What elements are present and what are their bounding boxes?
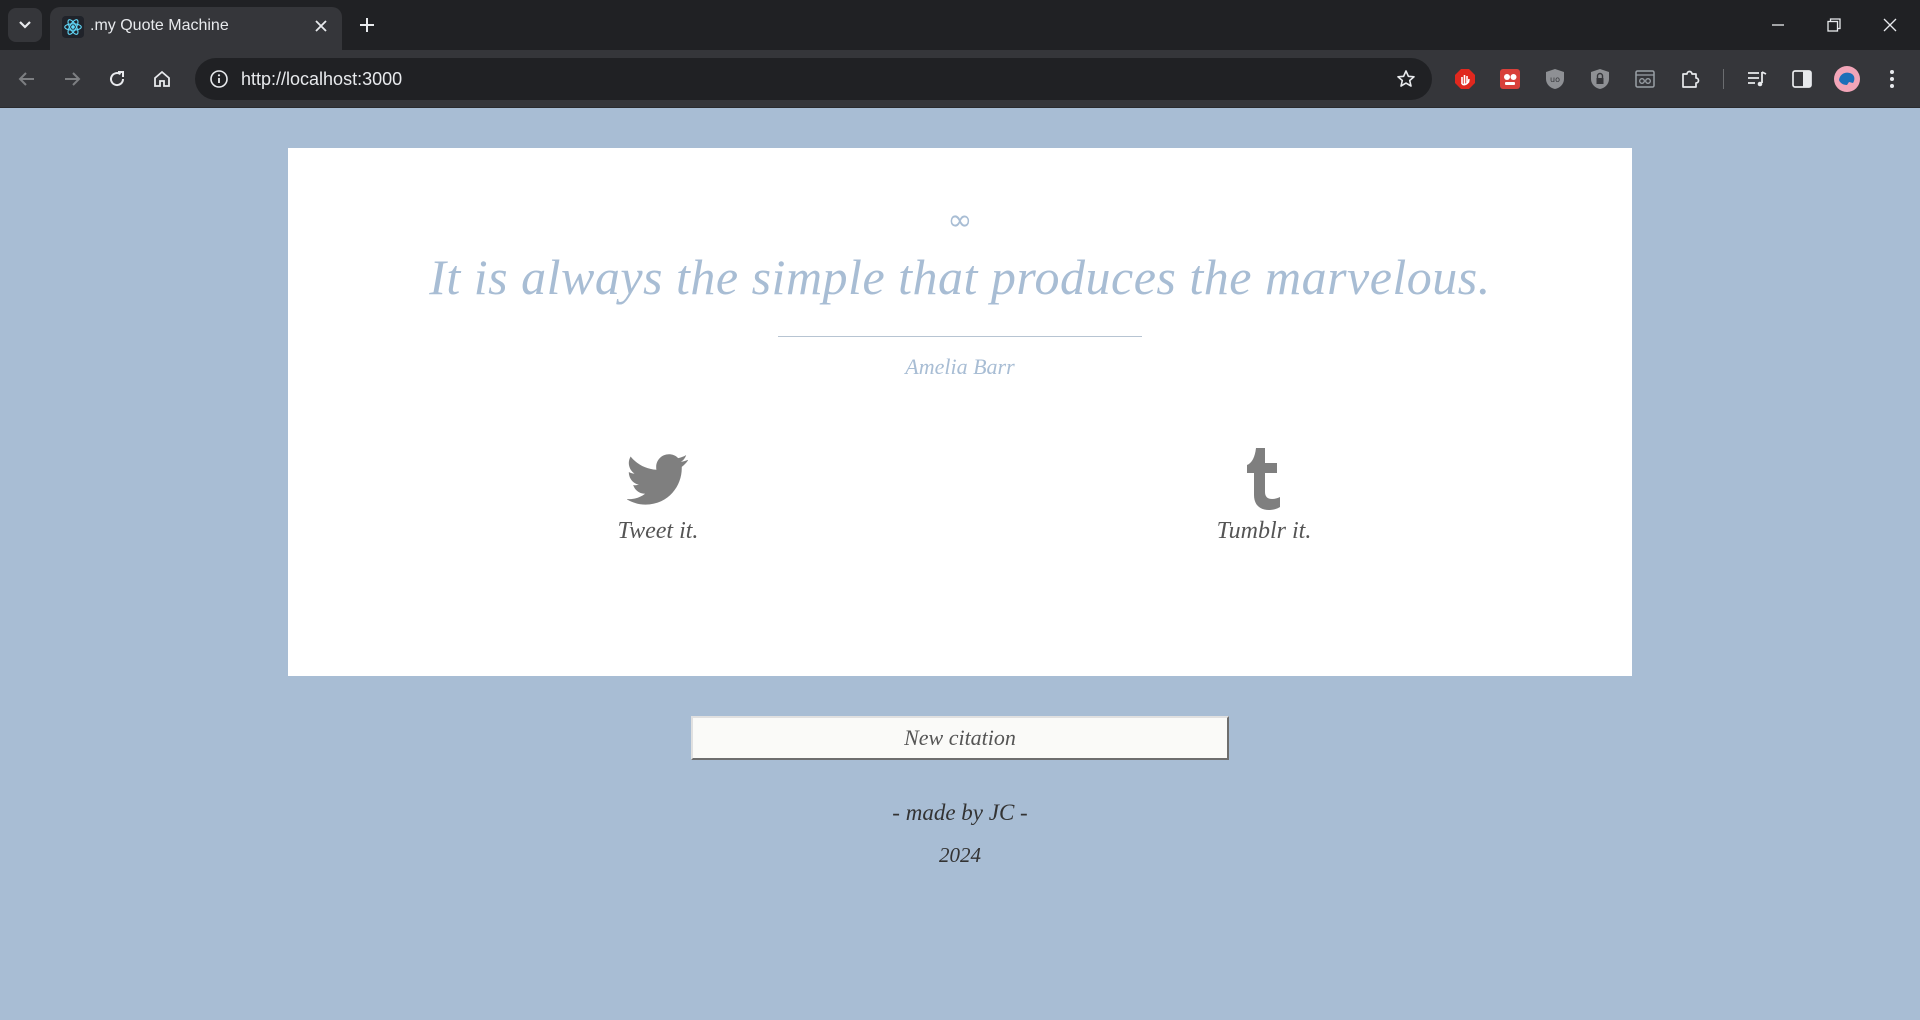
arrow-left-icon	[18, 72, 34, 86]
minimize-icon	[1772, 24, 1784, 26]
arrow-right-icon	[65, 72, 81, 86]
shield-lock-icon	[1591, 69, 1609, 89]
extensions-menu[interactable]	[1674, 63, 1706, 95]
profile-avatar-icon	[1834, 66, 1860, 92]
browser-tab-bar: .my Quote Machine	[0, 0, 1920, 50]
address-bar[interactable]: http://localhost:3000	[195, 58, 1432, 100]
tumblr-button[interactable]: Tumblr it.	[1194, 448, 1334, 545]
profile-button[interactable]	[1831, 63, 1863, 95]
twitter-icon	[627, 454, 688, 505]
home-icon	[154, 70, 170, 87]
quote-divider	[778, 336, 1142, 337]
tumblr-icon	[1247, 448, 1280, 510]
extension-reader[interactable]	[1629, 63, 1661, 95]
bookmark-button[interactable]	[1390, 63, 1422, 95]
side-panel-button[interactable]	[1786, 63, 1818, 95]
extension-shield[interactable]	[1584, 63, 1616, 95]
media-control-button[interactable]	[1741, 63, 1773, 95]
home-button[interactable]	[145, 62, 179, 96]
close-icon	[315, 20, 327, 32]
minimize-button[interactable]	[1750, 0, 1806, 50]
star-icon	[1397, 70, 1415, 87]
react-icon	[62, 16, 84, 38]
tab-title: .my Quote Machine	[90, 17, 229, 34]
chevron-down-icon	[19, 21, 31, 29]
browser-toolbar: http://localhost:3000 uo	[0, 50, 1920, 108]
extension-ublock[interactable]: uo	[1539, 63, 1571, 95]
restore-icon	[1827, 18, 1841, 32]
reload-button[interactable]	[100, 62, 134, 96]
new-citation-button[interactable]: New citation	[691, 716, 1229, 760]
close-window-button[interactable]	[1862, 0, 1918, 50]
footer-year: 2024	[939, 843, 981, 867]
tweet-label: Tweet it.	[617, 518, 699, 544]
back-button[interactable]	[10, 62, 44, 96]
tweet-button[interactable]: Tweet it.	[588, 448, 728, 545]
footer-credit: - made by JC -	[892, 800, 1028, 825]
puzzle-icon	[1682, 70, 1700, 88]
media-control-icon	[1748, 71, 1767, 87]
svg-text:uo: uo	[1550, 75, 1560, 84]
more-menu-button[interactable]	[1876, 63, 1908, 95]
quote-text: It is always the simple that produces th…	[429, 249, 1491, 305]
ublock-icon: uo	[1546, 69, 1564, 89]
restore-button[interactable]	[1806, 0, 1862, 50]
extension-red-icon	[1500, 69, 1520, 89]
reload-icon	[110, 71, 125, 87]
plus-icon	[360, 18, 374, 32]
url-text[interactable]: http://localhost:3000	[241, 69, 402, 90]
tab-close-button[interactable]	[308, 13, 334, 39]
infinity-icon: ∞	[947, 203, 973, 238]
tumblr-label: Tumblr it.	[1216, 518, 1312, 544]
extension-red[interactable]	[1494, 63, 1526, 95]
quote-box: ∞ It is always the simple that produces …	[288, 148, 1632, 676]
screen-reader-icon	[1635, 70, 1655, 88]
adblock-icon	[1455, 69, 1475, 89]
quote-author: Amelia Barr	[905, 354, 1015, 379]
new-tab-button[interactable]	[350, 8, 384, 42]
forward-button[interactable]	[55, 62, 89, 96]
side-panel-icon	[1792, 70, 1812, 88]
toolbar-separator	[1723, 69, 1724, 89]
close-icon	[1883, 18, 1897, 32]
browser-tab[interactable]: .my Quote Machine	[50, 7, 342, 50]
tab-list-button[interactable]	[8, 8, 42, 42]
site-info-button[interactable]	[203, 63, 235, 95]
extension-adblock[interactable]	[1449, 63, 1481, 95]
info-icon	[210, 70, 228, 88]
more-icon	[1890, 70, 1894, 88]
